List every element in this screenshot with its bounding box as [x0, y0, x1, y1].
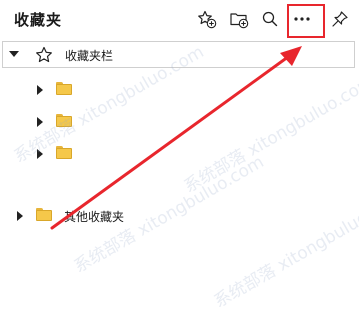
folder-row-2[interactable] — [0, 112, 300, 132]
folder-row-1[interactable] — [0, 80, 300, 100]
other-favorites-label: 其他收藏夹 — [64, 210, 125, 224]
caret-right-icon[interactable] — [37, 85, 43, 95]
favorites-bar-label: 收藏夹栏 — [65, 49, 114, 63]
pin-icon — [332, 11, 348, 27]
caret-right-icon[interactable] — [37, 117, 43, 127]
search-button[interactable] — [257, 6, 283, 32]
folder-icon — [56, 82, 72, 95]
watermark-text: 系统部落 xitongbuluo.com — [210, 187, 359, 312]
favorites-bar-row[interactable]: 收藏夹栏 — [2, 41, 355, 68]
favorites-panel: 收藏夹 收藏夹栏 其他收藏夹 系统部落 xitongbuluo.com 系统部落… — [0, 0, 359, 312]
other-favorites-row[interactable]: 其他收藏夹 — [0, 206, 300, 226]
caret-right-icon[interactable] — [37, 149, 43, 159]
star-plus-icon — [198, 10, 217, 29]
star-icon — [34, 45, 54, 69]
folder-icon — [56, 114, 72, 127]
panel-title: 收藏夹 — [14, 11, 63, 29]
folder-icon — [56, 146, 72, 159]
caret-down-icon[interactable] — [9, 51, 19, 57]
pin-button[interactable] — [327, 6, 353, 32]
search-icon — [262, 11, 278, 27]
favorites-header: 收藏夹 — [0, 0, 359, 38]
add-favorite-button[interactable] — [194, 6, 220, 32]
folder-row-3[interactable] — [0, 144, 300, 164]
caret-right-icon[interactable] — [17, 211, 23, 221]
more-button-highlight — [287, 4, 325, 38]
add-folder-button[interactable] — [226, 6, 252, 32]
folder-icon — [36, 208, 52, 221]
folder-plus-icon — [230, 13, 249, 29]
